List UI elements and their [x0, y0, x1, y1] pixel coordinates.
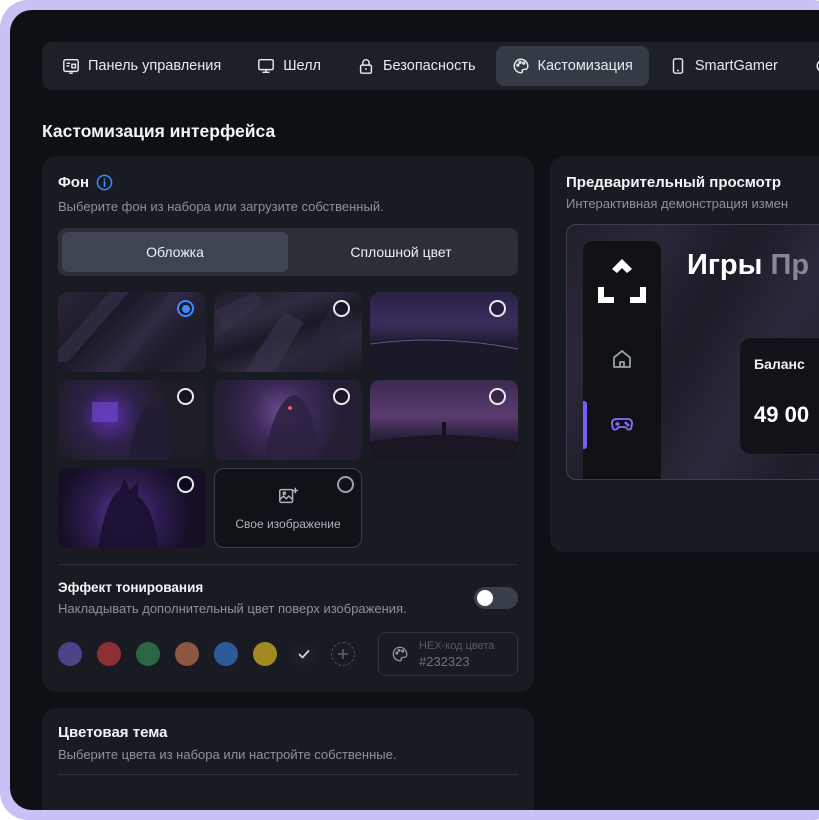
color-theme-subtitle: Выберите цвета из набора или настройте с… [58, 747, 397, 762]
tab-more[interactable] [798, 46, 819, 86]
info-icon[interactable] [96, 174, 113, 191]
lock-icon [359, 59, 373, 74]
active-indicator [583, 401, 587, 449]
swatch-green[interactable] [136, 642, 160, 666]
tab-label: Панель управления [88, 58, 222, 74]
tab-dashboard[interactable]: Панель управления [46, 46, 237, 86]
background-thumb[interactable] [214, 292, 362, 372]
balance-card: Баланс 49 00 [739, 337, 819, 455]
phone-icon [672, 58, 684, 74]
background-subtitle: Выберите фон из набора или загрузите соб… [58, 199, 384, 214]
preview-window: Игры Пр Баланс 49 00 [566, 224, 819, 480]
background-thumb[interactable] [58, 292, 206, 372]
radio[interactable] [177, 388, 194, 405]
swatch-dark-selected[interactable] [292, 642, 316, 666]
tab-shell[interactable]: Шелл [241, 46, 337, 86]
background-card: Фон Выберите фон из набора или загрузите… [42, 156, 534, 692]
tint-title: Эффект тонирования [58, 580, 204, 595]
tab-label: Безопасность [383, 58, 476, 74]
background-thumb[interactable] [370, 292, 518, 372]
swatch-yellow[interactable] [253, 642, 277, 666]
settings-icon [816, 60, 819, 72]
preview-heading-muted: Пр [770, 249, 810, 281]
radio[interactable] [333, 300, 350, 317]
tint-subtitle: Накладывать дополнительный цвет поверх и… [58, 601, 407, 616]
hex-color-field[interactable]: HEX-код цвета #232323 [378, 632, 518, 676]
check-icon [298, 650, 310, 659]
divider [58, 564, 518, 565]
preview-subtitle: Интерактивная демонстрация измен [566, 196, 789, 211]
preview-title: Предварительный просмотр [566, 174, 781, 191]
swatch-blue[interactable] [214, 642, 238, 666]
background-thumb[interactable] [58, 468, 206, 548]
background-thumb[interactable] [58, 380, 206, 460]
monitor-icon [258, 58, 275, 74]
page-title: Кастомизация интерфейса [42, 121, 276, 141]
palette-icon [513, 58, 528, 74]
background-mode-switch: Обложка Сплошной цвет [58, 228, 518, 276]
logo-icon [598, 259, 646, 303]
radio-selected[interactable] [177, 300, 194, 317]
swatch-red[interactable] [97, 642, 121, 666]
app-window: Панель управления Шелл Безопасность Каст… [10, 10, 819, 810]
tint-effect: Эффект тонирования Накладывать дополните… [58, 580, 518, 616]
balance-value: 49 00 [754, 402, 810, 427]
dashboard-icon [63, 58, 79, 74]
radio[interactable] [489, 300, 506, 317]
swatch-purple[interactable] [58, 642, 82, 666]
add-color-button[interactable] [331, 642, 355, 666]
radio[interactable] [489, 388, 506, 405]
preview-heading-text: Игры [687, 249, 763, 281]
custom-image-label: Свое изображение [235, 517, 341, 531]
divider [58, 774, 518, 775]
background-title: Фон [58, 174, 90, 191]
color-theme-card: Цветовая тема Выберите цвета из набора и… [42, 708, 534, 810]
swatch-brown[interactable] [175, 642, 199, 666]
radio[interactable] [333, 388, 350, 405]
gamepad-icon [611, 418, 633, 431]
home-icon [613, 350, 631, 368]
background-thumb[interactable] [214, 380, 362, 460]
color-swatches [58, 632, 355, 676]
segment-solid-color[interactable]: Сплошной цвет [288, 232, 514, 272]
tab-label: Шелл [283, 58, 322, 74]
tint-toggle[interactable] [474, 587, 518, 609]
preview-sidebar [583, 241, 661, 479]
tab-label: SmartGamer [694, 58, 778, 74]
radio[interactable] [337, 476, 354, 493]
add-image-icon [279, 487, 299, 504]
background-thumb[interactable] [370, 380, 518, 460]
tab-customization[interactable]: Кастомизация [495, 46, 649, 86]
segment-cover[interactable]: Обложка [62, 232, 288, 272]
palette-icon [392, 646, 408, 662]
custom-image-upload[interactable]: Свое изображение [214, 468, 362, 548]
tab-label: Кастомизация [537, 58, 633, 74]
radio[interactable] [177, 476, 194, 493]
balance-label: Баланс [754, 356, 805, 372]
hex-value: #232323 [419, 653, 470, 669]
color-theme-title: Цветовая тема [58, 724, 168, 741]
preview-card: Предварительный просмотр Интерактивная д… [550, 156, 819, 552]
top-nav: Панель управления Шелл Безопасность Каст… [42, 42, 819, 90]
tab-smartgamer[interactable]: SmartGamer [653, 46, 794, 86]
plus-icon [338, 649, 348, 659]
preview-heading: Игры Пр [687, 249, 809, 282]
hex-placeholder: HEX-код цвета [419, 639, 495, 652]
tab-security[interactable]: Безопасность [341, 46, 492, 86]
